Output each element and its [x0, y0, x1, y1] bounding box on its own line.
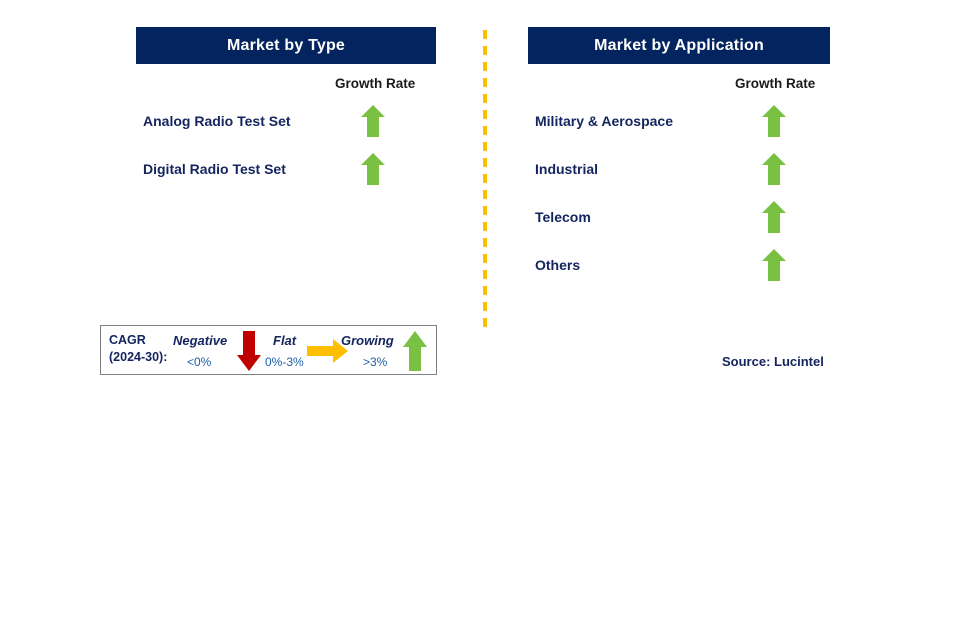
panel-header-market-by-application: Market by Application	[528, 27, 830, 64]
up-arrow-icon	[761, 104, 787, 138]
legend-term-negative: Negative	[173, 333, 228, 348]
row-label-digital-radio-test-set: Digital Radio Test Set	[143, 161, 286, 177]
up-arrow-icon	[761, 200, 787, 234]
legend-term-growing: Growing	[341, 333, 394, 348]
panel-title: Market by Type	[226, 36, 346, 54]
table-row: Military & Aerospace	[528, 100, 830, 148]
row-label-military-and-aerospace: Military & Aerospace	[535, 113, 673, 129]
panel-header-market-by-type: Market by Type	[136, 27, 436, 64]
source-attribution: Source: Lucintel	[722, 354, 824, 369]
vertical-dashed-divider	[483, 30, 487, 332]
legend-cagr-line1: CAGR	[109, 333, 146, 347]
row-label-others: Others	[535, 257, 581, 273]
table-row: Digital Radio Test Set	[136, 148, 436, 196]
up-arrow-icon	[402, 330, 428, 372]
legend-range-flat: 0%-3%	[265, 355, 304, 369]
table-row: Analog Radio Test Set	[136, 100, 436, 148]
up-arrow-icon	[761, 152, 787, 186]
growth-rate-column-header: Growth Rate	[735, 76, 816, 91]
legend-range-growing: >3%	[363, 355, 388, 369]
down-arrow-icon	[236, 330, 262, 372]
table-row: Industrial	[528, 148, 830, 196]
row-label-telecom: Telecom	[535, 209, 591, 225]
row-label-analog-radio-test-set: Analog Radio Test Set	[143, 113, 291, 129]
cagr-legend: CAGR (2024-30): Negative <0% Flat 0%-3% …	[100, 325, 437, 375]
legend-term-flat: Flat	[273, 333, 297, 348]
legend-cagr-title: CAGR (2024-30):	[109, 332, 167, 366]
legend-cagr-line2: (2024-30):	[109, 350, 168, 364]
growth-rate-column-header: Growth Rate	[335, 76, 416, 91]
legend-range-negative: <0%	[187, 355, 212, 369]
table-row: Others	[528, 244, 830, 292]
table-row: Telecom	[528, 196, 830, 244]
row-label-industrial: Industrial	[535, 161, 599, 177]
up-arrow-icon	[761, 248, 787, 282]
panel-title: Market by Application	[594, 36, 764, 54]
up-arrow-icon	[360, 104, 386, 138]
up-arrow-icon	[360, 152, 386, 186]
